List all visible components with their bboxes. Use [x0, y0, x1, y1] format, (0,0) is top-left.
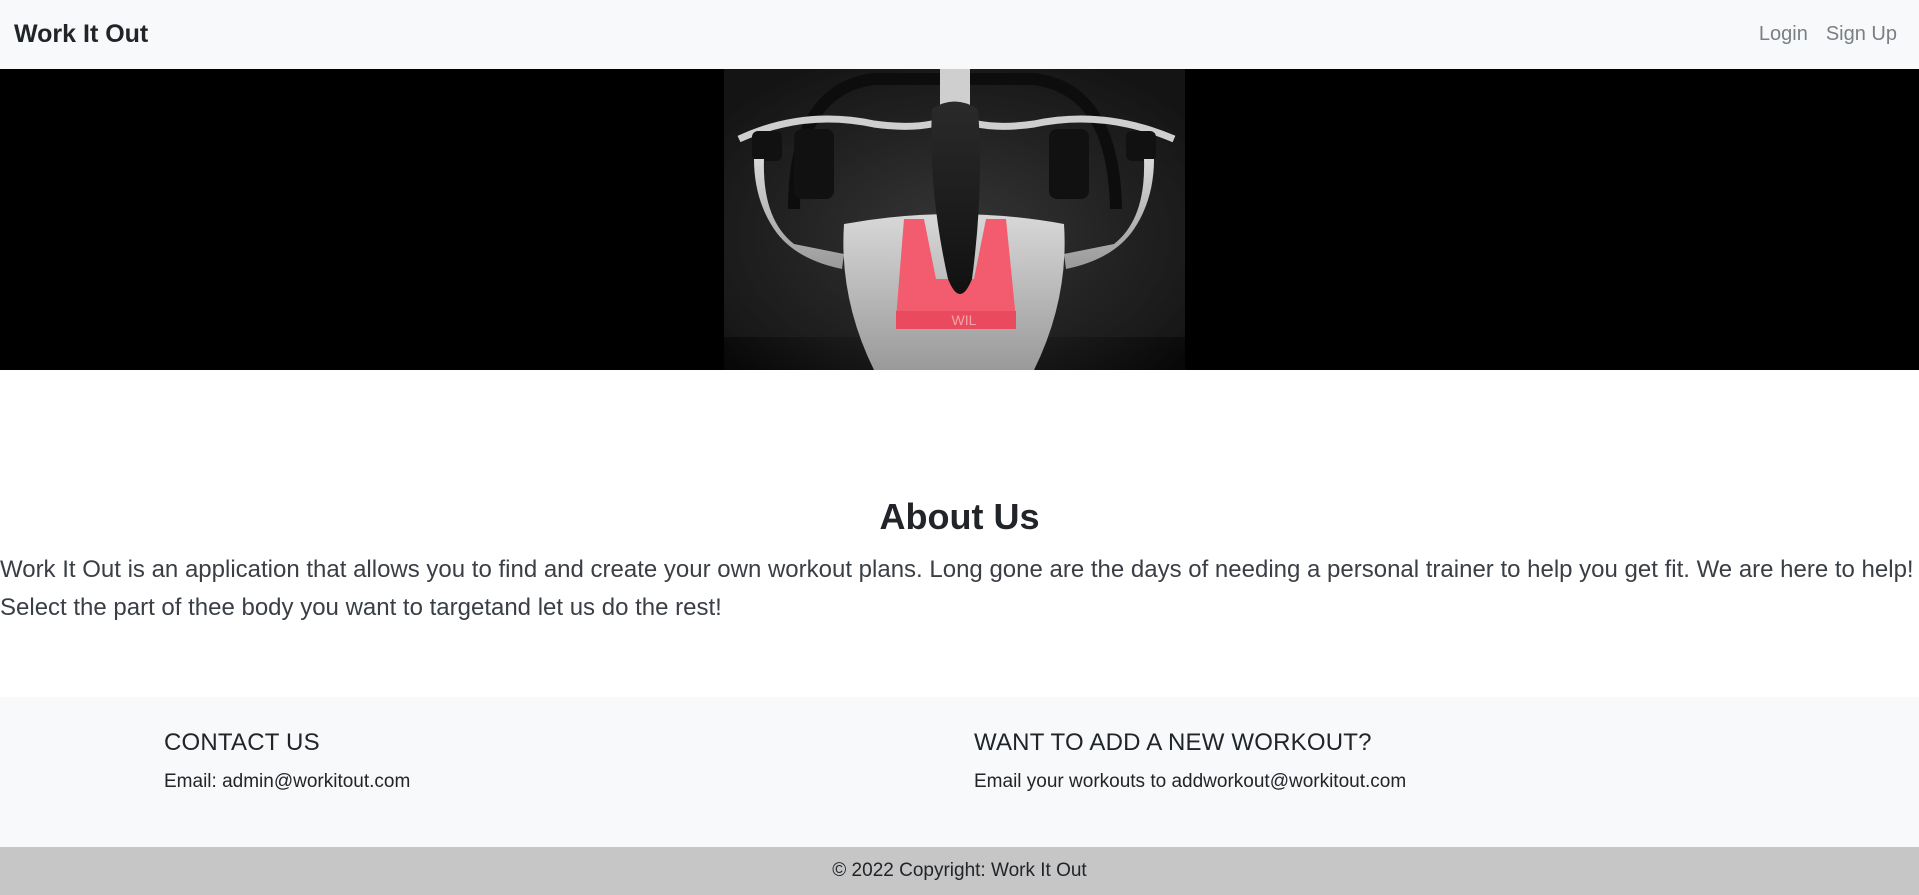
copyright-text: © 2022 Copyright: Work It Out: [832, 860, 1087, 881]
about-section: About Us Work It Out is an application t…: [0, 370, 1919, 697]
info-footer: CONTACT US Email: admin@workitout.com WA…: [0, 697, 1919, 847]
navbar: Work It Out Login Sign Up: [0, 0, 1919, 69]
contact-heading: CONTACT US: [164, 729, 320, 756]
hero-banner: WIL: [0, 69, 1919, 370]
hero-photo: WIL: [724, 69, 1185, 370]
bra-print-text: WIL: [952, 312, 977, 328]
contact-email-text: Email: admin@workitout.com: [164, 771, 411, 792]
about-text: Work It Out is an application that allow…: [0, 556, 1914, 621]
login-link[interactable]: Login: [1759, 23, 1808, 46]
signup-link[interactable]: Sign Up: [1826, 23, 1897, 46]
brand-link[interactable]: Work It Out: [14, 20, 148, 49]
add-workout-heading: WANT TO ADD A NEW WORKOUT?: [974, 729, 1372, 756]
nav-links: Login Sign Up: [1759, 23, 1905, 46]
add-workout-column: WANT TO ADD A NEW WORKOUT? Email your wo…: [974, 729, 1406, 793]
about-title: About Us: [879, 496, 1040, 537]
contact-column: CONTACT US Email: admin@workitout.com: [164, 729, 410, 793]
copyright-bar: © 2022 Copyright: Work It Out: [0, 847, 1919, 895]
add-workout-text: Email your workouts to addworkout@workit…: [974, 771, 1407, 792]
